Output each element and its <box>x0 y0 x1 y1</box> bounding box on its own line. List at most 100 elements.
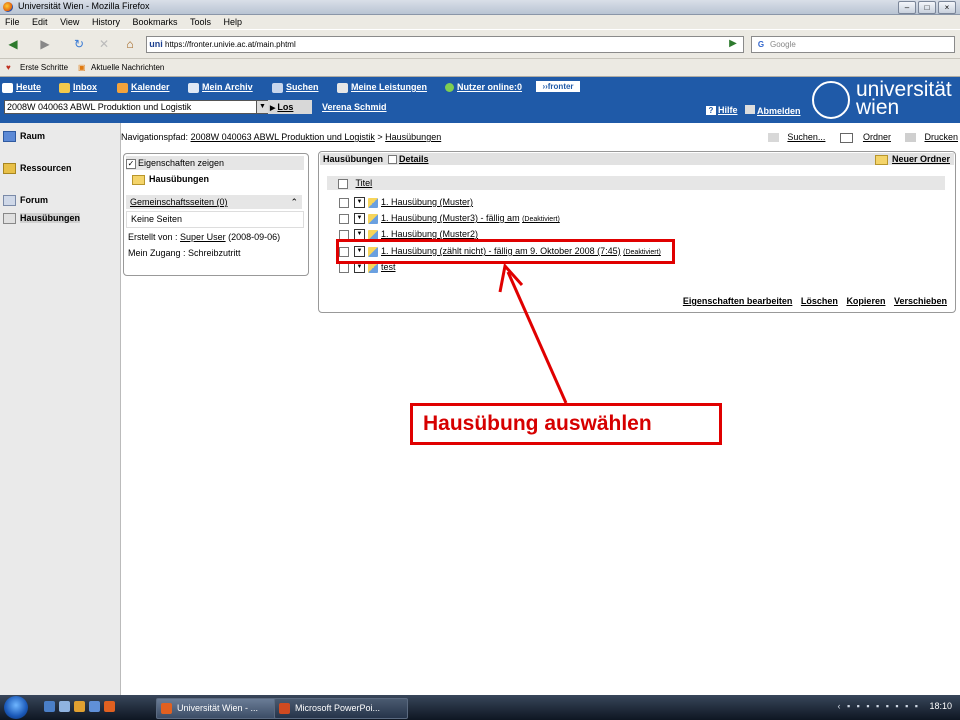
shared-pages-header[interactable]: Gemeinschaftsseiten (0) ⌃ <box>126 195 302 209</box>
row-title[interactable]: 1. Hausübung (Muster) <box>381 197 473 207</box>
help-link[interactable]: ? Hilfe <box>706 105 738 115</box>
tab-hausuebungen[interactable]: Hausübungen <box>323 153 383 165</box>
row-menu-icon[interactable]: ▼ <box>354 197 365 209</box>
new-folder-button[interactable]: Neuer Ordner <box>874 153 950 165</box>
nav-heute[interactable]: Heute <box>2 80 41 94</box>
taskbar-item-powerpoint[interactable]: Microsoft PowerPoi... <box>274 698 408 719</box>
tab-details[interactable]: Details <box>388 153 429 165</box>
menu-bookmarks[interactable]: Bookmarks <box>132 17 177 27</box>
navigation-toolbar: ◀ ▶ ↻ ✕ ⌂ uni https://fronter.univie.ac.a… <box>0 30 960 59</box>
menu-help[interactable]: Help <box>224 17 243 27</box>
nav-suchen[interactable]: Suchen <box>272 80 319 94</box>
delete-link[interactable]: Löschen <box>801 296 838 306</box>
nav-meine-leistungen[interactable]: Meine Leistungen <box>337 80 427 94</box>
home-icon[interactable]: ⌂ <box>121 35 139 53</box>
room-sidebar: Raum Ressourcen Forum Hausübungen <box>0 123 121 695</box>
nav-inbox[interactable]: Inbox <box>59 80 97 94</box>
menu-bar: File Edit View History Bookmarks Tools H… <box>0 15 960 29</box>
print-tool[interactable]: Drucken <box>899 132 958 143</box>
explorer-icon[interactable] <box>74 701 85 712</box>
start-button[interactable] <box>4 696 28 719</box>
close-button[interactable]: × <box>938 1 956 14</box>
switch-windows-icon[interactable] <box>59 701 70 712</box>
bookmark-icon: ♥ <box>6 63 11 72</box>
logout-icon <box>745 105 755 114</box>
site-badge: uni <box>149 39 163 49</box>
menu-file[interactable]: File <box>5 17 20 27</box>
show-properties-row[interactable]: ✓ Eigenschaften zeigen <box>126 156 304 170</box>
logout-link[interactable]: Abmelden <box>745 105 801 116</box>
go-button[interactable]: ▶ Los <box>268 100 312 114</box>
breadcrumb-course[interactable]: 2008W 040063 ABWL Produktion und Logisti… <box>191 132 375 142</box>
stop-icon[interactable]: ✕ <box>95 35 113 53</box>
menu-view[interactable]: View <box>60 17 79 27</box>
row-checkbox[interactable] <box>339 262 349 273</box>
taskbar-item-firefox[interactable]: Universität Wien - ... <box>156 698 290 719</box>
assignments-panel: Hausübungen Details Neuer Ordner Titel ▼… <box>318 151 956 313</box>
taskbar: Universität Wien - ... Microsoft PowerPo… <box>0 695 960 720</box>
online-icon <box>445 83 454 93</box>
sidebar-item-forum[interactable]: Forum <box>3 195 48 207</box>
reload-icon[interactable]: ↻ <box>70 35 88 53</box>
minimize-button[interactable]: – <box>898 1 916 14</box>
nav-mein-archiv[interactable]: Mein Archiv <box>188 80 253 94</box>
fronter-header: Heute Inbox Kalender Mein Archiv Suchen … <box>0 77 960 123</box>
annotation-callout: Hausübung auswählen <box>410 403 722 445</box>
folder-icon <box>3 163 16 175</box>
copy-link[interactable]: Kopieren <box>846 296 885 306</box>
system-tray[interactable]: ‹ ▪ ▪ ▪ ▪ ▪ ▪ ▪ ▪ <box>837 701 920 711</box>
maximize-button[interactable]: □ <box>918 1 936 14</box>
sidebar-item-hausuebungen[interactable]: Hausübungen <box>3 213 80 225</box>
course-select[interactable]: 2008W 040063 ABWL Produktion und Logisti… <box>4 100 269 114</box>
edit-properties-link[interactable]: Eigenschaften bearbeiten <box>683 296 793 306</box>
url-text: https://fronter.univie.ac.at/main.phtml <box>165 40 296 49</box>
room-icon <box>3 131 16 143</box>
details-icon <box>388 155 397 165</box>
forward-icon[interactable]: ▶ <box>36 35 54 53</box>
row-checkbox[interactable] <box>339 213 349 224</box>
bookmark-erste-schritte[interactable]: Erste Schritte <box>20 59 68 76</box>
search-tool[interactable]: Suchen... <box>762 132 825 143</box>
search-input[interactable]: G Google <box>751 36 955 53</box>
row-checkbox[interactable] <box>339 197 349 208</box>
created-by-user[interactable]: Super User <box>180 232 226 242</box>
help-icon: ? <box>706 106 716 115</box>
breadcrumb-current[interactable]: Hausübungen <box>385 132 441 142</box>
nav-nutzer-online[interactable]: Nutzer online:0 <box>445 80 522 94</box>
folder-tool[interactable]: Ordner <box>834 132 891 143</box>
menu-history[interactable]: History <box>92 17 120 27</box>
go-icon[interactable]: ▶ <box>724 35 742 53</box>
powerpoint-icon <box>279 703 290 714</box>
collapse-icon[interactable]: ⌃ <box>290 195 298 209</box>
back-icon[interactable]: ◀ <box>4 35 22 53</box>
current-folder: Hausübungen <box>132 174 209 185</box>
ie-icon[interactable] <box>89 701 100 712</box>
search-icon <box>768 133 780 143</box>
fronter-badge: ››fronter <box>536 81 580 92</box>
table-row[interactable]: ▼ 1. Hausübung (Muster) <box>339 195 473 209</box>
sidebar-item-raum[interactable]: Raum <box>3 131 45 143</box>
show-properties-checkbox[interactable]: ✓ <box>126 158 136 169</box>
address-bar[interactable]: uni https://fronter.univie.ac.at/main.pht… <box>146 36 744 53</box>
menu-edit[interactable]: Edit <box>32 17 48 27</box>
select-all-checkbox[interactable] <box>338 178 348 189</box>
column-title[interactable]: Titel <box>356 178 373 188</box>
rss-icon: ▣ <box>78 63 86 72</box>
calendar-icon <box>117 82 128 93</box>
nav-kalender[interactable]: Kalender <box>117 80 170 94</box>
menu-tools[interactable]: Tools <box>190 17 211 27</box>
row-menu-icon[interactable]: ▼ <box>354 213 365 225</box>
firefox-quicklaunch-icon[interactable] <box>104 701 115 712</box>
window-titlebar: Universität Wien - Mozilla Firefox – □ × <box>0 0 960 15</box>
quick-launch <box>44 701 115 712</box>
breadcrumb: Navigationspfad: 2008W 040063 ABWL Produ… <box>121 132 442 142</box>
table-row[interactable]: ▼ 1. Hausübung (Muster3) - fällig am (Dea… <box>339 211 560 225</box>
show-desktop-icon[interactable] <box>44 701 55 712</box>
user-name[interactable]: Verena Schmid <box>322 102 387 112</box>
sidebar-item-ressourcen[interactable]: Ressourcen <box>3 163 72 175</box>
clock[interactable]: 18:10 <box>929 701 952 711</box>
row-title[interactable]: 1. Hausübung (Muster2) <box>381 229 478 239</box>
row-title[interactable]: 1. Hausübung (Muster3) - fällig am <box>381 213 520 223</box>
move-link[interactable]: Verschieben <box>894 296 947 306</box>
bookmark-aktuelle-nachrichten[interactable]: Aktuelle Nachrichten <box>91 59 164 76</box>
